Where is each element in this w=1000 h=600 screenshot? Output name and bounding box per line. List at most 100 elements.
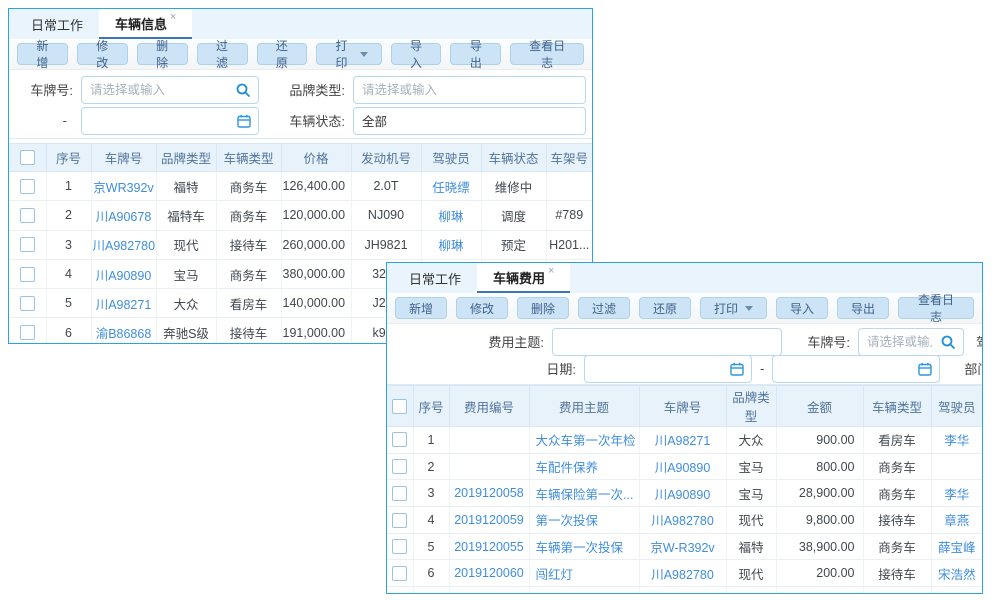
cell-plate[interactable]: 京W-R392v [639,533,726,560]
tab-daily-work[interactable]: 日常工作 [393,263,477,293]
import-button[interactable]: 导入 [391,43,442,65]
delete-button[interactable]: 删除 [137,43,188,65]
cell-driver[interactable]: 章燕 [931,507,982,534]
cell-driver[interactable]: 任晓缥 [421,172,481,201]
search-icon[interactable] [235,82,251,98]
cell-plate[interactable]: 川A90890 [639,587,726,594]
calendar-icon[interactable] [730,362,744,376]
cell-plate[interactable]: 川A90678 [91,201,156,230]
cell-plate[interactable]: 川A90890 [639,453,726,480]
add-button[interactable]: 新增 [395,297,447,319]
date-to-input[interactable] [773,362,918,376]
cell-expense-subject[interactable]: 团建加油 [529,587,639,594]
modify-button[interactable]: 修改 [456,297,508,319]
select-all-checkbox[interactable] [392,399,407,414]
row-checkbox[interactable] [392,566,407,581]
cell-driver[interactable]: 李华 [931,480,982,507]
row-checkbox[interactable] [20,267,35,282]
cell-driver[interactable]: 宋浩然 [931,560,982,587]
modify-button[interactable]: 修改 [77,43,128,65]
date-range-dash: - [760,361,764,376]
cell-expense-subject[interactable]: 闯红灯 [529,560,639,587]
view-log-button[interactable]: 查看日志 [510,43,584,65]
cell-expense-subject[interactable]: 第一次投保 [529,507,639,534]
subject-filter-input[interactable] [553,335,781,349]
cell-expense-code[interactable]: 2019120060 [449,560,529,587]
tab-label: 日常工作 [409,269,461,288]
tab-daily-work[interactable]: 日常工作 [15,9,99,39]
restore-button[interactable]: 还原 [257,43,308,65]
import-button[interactable]: 导入 [776,297,828,319]
cell-driver[interactable]: 薛宝峰 [931,533,982,560]
close-icon[interactable]: × [170,11,176,23]
cell-driver[interactable]: 柳琳 [421,230,481,259]
cell-expense-code[interactable]: 2019120059 [449,507,529,534]
cell-driver[interactable]: 任晓缥 [931,587,982,594]
header-driver: 驾驶员 [421,144,481,172]
cell-expense-code[interactable]: 2019120055 [449,533,529,560]
plate-filter-input[interactable] [82,83,235,97]
filter-button[interactable]: 过滤 [578,297,630,319]
cell-plate[interactable]: 川A98271 [639,427,726,454]
cell-plate[interactable]: 京WR392v [91,172,156,201]
cell-expense-subject[interactable]: 车辆保险第一次... [529,480,639,507]
date-filter-input[interactable] [82,114,237,128]
checkbox-cell [387,453,413,480]
calendar-icon[interactable] [918,362,932,376]
status-select-input[interactable] [354,114,585,128]
subject-filter-label: 费用主题: [387,332,544,351]
delete-button[interactable]: 删除 [517,297,569,319]
cell-expense-subject[interactable]: 大众车第一次年检 [529,427,639,454]
cell-plate[interactable]: 渝B86868 [91,318,156,344]
table-row: 1京WR392v福特商务车126,400.002.0T任晓缥维修中 [9,172,592,201]
cell-plate[interactable]: 川A982780 [639,507,726,534]
search-icon[interactable] [940,334,956,350]
cell-brand: 奔驰S级 [156,318,216,344]
cell-expense-subject[interactable]: 车辆第一次投保 [529,533,639,560]
tab-vehicle-expense[interactable]: 车辆费用 × [477,263,570,293]
row-checkbox[interactable] [392,432,407,447]
cell-driver[interactable]: 李华 [931,427,982,454]
date-from-input[interactable] [585,362,730,376]
row-checkbox[interactable] [392,513,407,528]
cell-expense-subject[interactable]: 车配件保养 [529,453,639,480]
brand-filter-input[interactable] [354,83,585,97]
row-checkbox[interactable] [20,296,35,311]
print-button[interactable]: 打印 [316,43,381,65]
print-button[interactable]: 打印 [700,297,767,319]
calendar-icon[interactable] [237,114,251,128]
row-checkbox[interactable] [20,179,35,194]
checkbox-cell [9,172,46,201]
plate-filter-input[interactable] [859,335,940,349]
add-button[interactable]: 新增 [17,43,68,65]
export-button[interactable]: 导出 [837,297,889,319]
view-log-button[interactable]: 查看日志 [898,297,974,319]
cell-plate[interactable]: 川A982780 [639,560,726,587]
header-expense-subject: 费用主题 [529,386,639,427]
cell-vehicle-type: 商务车 [863,453,931,480]
cell-plate[interactable]: 川A982780 [91,230,156,259]
cell-vehicle-type: 商务车 [863,533,931,560]
select-all-checkbox[interactable] [20,150,35,165]
row-checkbox[interactable] [20,208,35,223]
cell-plate[interactable]: 川A90890 [639,480,726,507]
restore-button[interactable]: 还原 [639,297,691,319]
row-checkbox[interactable] [20,237,35,252]
filter-area: 车牌号: 品牌类型: - 车辆状态: [9,70,592,139]
row-checkbox[interactable] [392,486,407,501]
cell-plate[interactable]: 川A98271 [91,289,156,318]
cell-driver[interactable]: 柳琳 [421,201,481,230]
cell-plate[interactable]: 川A90890 [91,259,156,288]
close-icon[interactable]: × [548,265,554,277]
row-checkbox[interactable] [20,325,35,340]
row-checkbox[interactable] [392,539,407,554]
cell-expense-code[interactable]: 2019120054 [449,587,529,594]
row-checkbox[interactable] [392,459,407,474]
cell-expense-code [449,453,529,480]
filter-button[interactable]: 过滤 [197,43,248,65]
export-button[interactable]: 导出 [450,43,501,65]
tab-vehicle-info[interactable]: 车辆信息 × [99,9,192,39]
cell-no: 3 [46,230,91,259]
row-checkbox[interactable] [392,593,407,594]
cell-expense-code[interactable]: 2019120058 [449,480,529,507]
